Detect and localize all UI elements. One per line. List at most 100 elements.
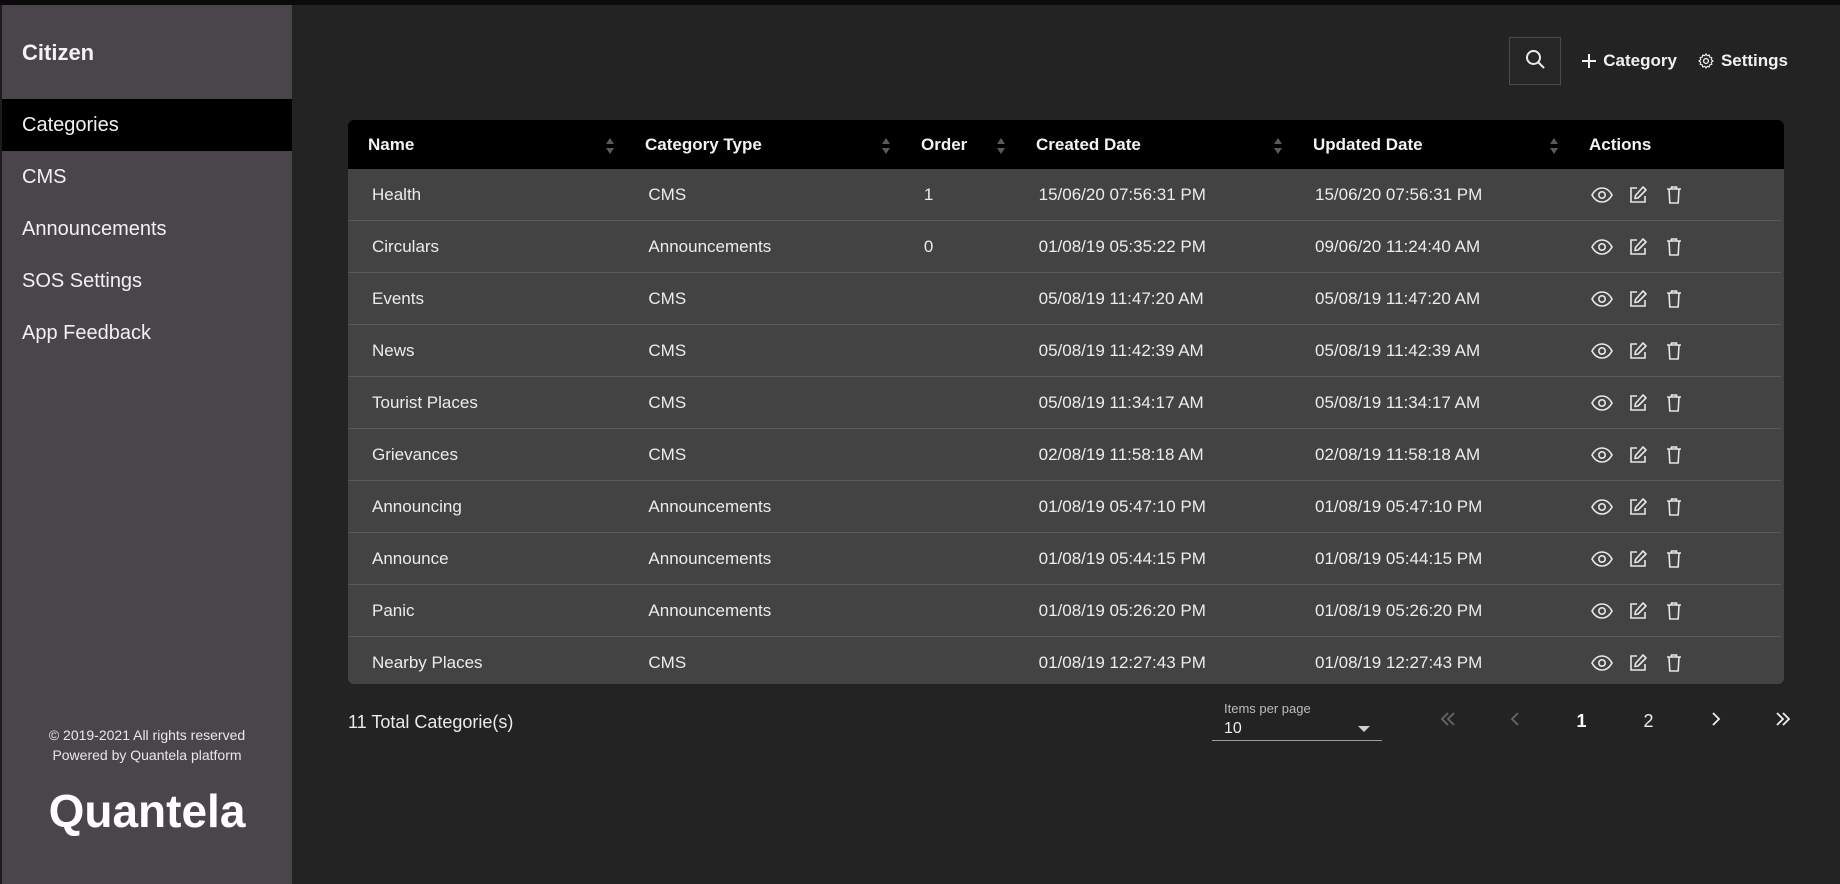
delete-trash-icon[interactable] — [1662, 287, 1686, 311]
powered-by-text: Powered by Quantela platform — [52, 747, 242, 763]
delete-trash-icon[interactable] — [1662, 443, 1686, 467]
cell-actions — [1566, 443, 1781, 467]
search-button[interactable] — [1509, 37, 1562, 85]
delete-trash-icon[interactable] — [1662, 235, 1686, 259]
table-row[interactable]: Announce Announcements 01/08/19 05:44:15 P… — [348, 533, 1781, 585]
sort-icon[interactable] — [996, 136, 1006, 156]
delete-trash-icon[interactable] — [1662, 339, 1686, 363]
table-row[interactable]: Events CMS 05/08/19 11:47:20 AM 05/08/19 11… — [348, 273, 1781, 325]
cell-updated-date: 05/08/19 11:34:17 AM — [1315, 392, 1481, 412]
edit-icon[interactable] — [1626, 599, 1650, 623]
edit-icon[interactable] — [1626, 235, 1650, 259]
first-page-button[interactable] — [1414, 701, 1481, 741]
edit-icon[interactable] — [1626, 443, 1650, 467]
sidebar-item-cms[interactable]: CMS — [2, 151, 292, 203]
view-eye-icon[interactable] — [1590, 235, 1614, 259]
view-eye-icon[interactable] — [1590, 443, 1614, 467]
delete-trash-icon[interactable] — [1662, 391, 1686, 415]
double-chevron-right-icon — [1774, 711, 1792, 732]
cell-actions — [1566, 339, 1781, 363]
table-row[interactable]: Panic Announcements 01/08/19 05:26:20 PM 01… — [348, 585, 1781, 637]
view-eye-icon[interactable] — [1590, 339, 1614, 363]
table-row[interactable]: Grievances CMS 02/08/19 11:58:18 AM 02/08/1… — [348, 429, 1781, 481]
cell-category-type: CMS — [648, 392, 687, 412]
edit-icon[interactable] — [1626, 287, 1650, 311]
cell-updated-date: 05/08/19 11:42:39 AM — [1315, 340, 1481, 360]
column-header-name[interactable]: Name — [348, 120, 625, 169]
view-eye-icon[interactable] — [1590, 651, 1614, 675]
column-header-actions: Actions — [1569, 120, 1784, 169]
table-row[interactable]: News CMS 05/08/19 11:42:39 AM 05/08/19 11:4… — [348, 325, 1781, 377]
edit-icon[interactable] — [1626, 183, 1650, 207]
cell-category-type: CMS — [648, 653, 687, 672]
sort-icon[interactable] — [881, 136, 891, 156]
column-header-label: Name — [368, 134, 415, 154]
view-eye-icon[interactable] — [1590, 547, 1614, 571]
sidebar-footer: © 2019-2021 All rights reserved Powered … — [2, 725, 292, 765]
delete-trash-icon[interactable] — [1662, 651, 1686, 675]
cell-category-type: Announcements — [648, 496, 772, 516]
cell-name: Announce — [372, 548, 449, 568]
view-eye-icon[interactable] — [1590, 599, 1614, 623]
cell-updated-date: 01/08/19 12:27:43 PM — [1315, 653, 1483, 672]
cell-updated-date: 01/08/19 05:47:10 PM — [1315, 496, 1483, 516]
delete-trash-icon[interactable] — [1662, 547, 1686, 571]
items-per-page-select[interactable]: Items per page 10 — [1212, 701, 1382, 741]
delete-trash-icon[interactable] — [1662, 495, 1686, 519]
column-header-updated-date[interactable]: Updated Date — [1293, 120, 1569, 169]
cell-updated-date: 01/08/19 05:44:15 PM — [1315, 548, 1483, 568]
view-eye-icon[interactable] — [1590, 183, 1614, 207]
edit-icon[interactable] — [1626, 547, 1650, 571]
cell-actions — [1566, 495, 1781, 519]
sidebar-item-label: SOS Settings — [22, 269, 143, 292]
sort-icon[interactable] — [1549, 136, 1559, 156]
view-eye-icon[interactable] — [1590, 287, 1614, 311]
cell-updated-date: 02/08/19 11:58:18 AM — [1315, 444, 1481, 464]
delete-trash-icon[interactable] — [1662, 599, 1686, 623]
column-header-order[interactable]: Order — [901, 120, 1016, 169]
column-header-created-date[interactable]: Created Date — [1016, 120, 1293, 169]
toolbar: Category Settings — [1509, 37, 1788, 85]
cell-name: Circulars — [372, 236, 440, 256]
cell-actions — [1566, 183, 1781, 207]
previous-page-button[interactable] — [1481, 701, 1548, 741]
items-per-page-value: 10 — [1224, 720, 1242, 737]
sidebar-item-sos-settings[interactable]: SOS Settings — [2, 255, 292, 307]
main-content: Category Settings Name Category Type Ord… — [292, 5, 1840, 884]
add-category-button[interactable]: Category — [1581, 51, 1677, 71]
edit-icon[interactable] — [1626, 495, 1650, 519]
cell-order: 1 — [923, 184, 934, 204]
sidebar-item-app-feedback[interactable]: App Feedback — [2, 307, 292, 359]
edit-icon[interactable] — [1626, 339, 1650, 363]
double-chevron-left-icon — [1439, 711, 1457, 732]
table-row[interactable]: Circulars Announcements 0 01/08/19 05:35:22… — [348, 221, 1781, 273]
sort-icon[interactable] — [605, 136, 615, 156]
table-header: Name Category Type Order Created Date Up… — [348, 120, 1784, 169]
page-button-2[interactable]: 2 — [1615, 701, 1682, 741]
table-row[interactable]: Health CMS 1 15/06/20 07:56:31 PM 15/06/20 0… — [348, 169, 1781, 221]
table-row[interactable]: Announcing Announcements 01/08/19 05:47:10… — [348, 481, 1781, 533]
delete-trash-icon[interactable] — [1662, 183, 1686, 207]
edit-icon[interactable] — [1626, 651, 1650, 675]
sidebar-item-categories[interactable]: Categories — [2, 99, 292, 151]
table-row[interactable]: Tourist Places CMS 05/08/19 11:34:17 AM 05/… — [348, 377, 1781, 429]
cell-updated-date: 01/08/19 05:26:20 PM — [1315, 600, 1483, 620]
chevron-left-icon — [1509, 711, 1521, 732]
page-button-1[interactable]: 1 — [1548, 701, 1615, 741]
cell-name: Tourist Places — [372, 392, 478, 412]
sort-icon[interactable] — [1273, 136, 1283, 156]
column-header-category-type[interactable]: Category Type — [625, 120, 901, 169]
settings-button[interactable]: Settings — [1697, 51, 1788, 71]
next-page-button[interactable] — [1682, 701, 1749, 741]
sidebar-item-announcements[interactable]: Announcements — [2, 203, 292, 255]
edit-icon[interactable] — [1626, 391, 1650, 415]
view-eye-icon[interactable] — [1590, 495, 1614, 519]
cell-created-date: 01/08/19 12:27:43 PM — [1038, 653, 1206, 672]
view-eye-icon[interactable] — [1590, 391, 1614, 415]
table-row[interactable]: Nearby Places CMS 01/08/19 12:27:43 PM 01/0… — [348, 637, 1781, 684]
cell-name: Nearby Places — [372, 653, 483, 672]
cell-updated-date: 15/06/20 07:56:31 PM — [1315, 184, 1483, 204]
cell-actions — [1566, 547, 1781, 571]
svg-text:Quantela: Quantela — [49, 789, 246, 837]
last-page-button[interactable] — [1749, 701, 1816, 741]
